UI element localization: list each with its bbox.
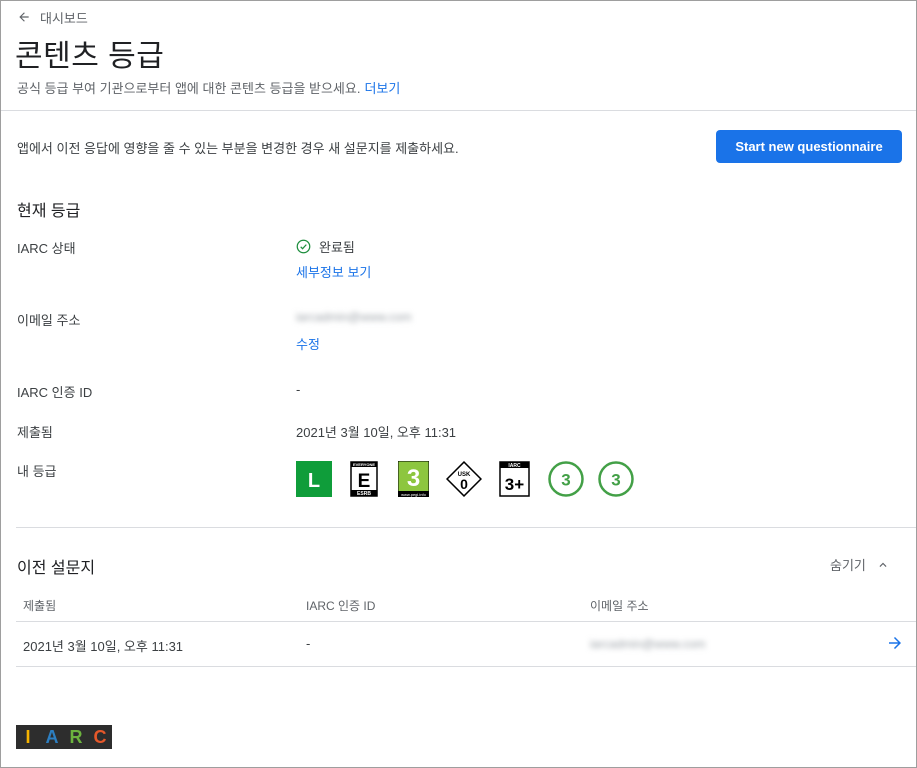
cert-id-label: IARC 인증 ID bbox=[17, 385, 93, 400]
header-divider bbox=[1, 110, 916, 111]
row-submitted: 2021년 3월 10일, 오후 11:31 bbox=[23, 639, 184, 654]
esrb-e-text: E bbox=[358, 471, 371, 492]
page-title: 콘텐츠 등급 bbox=[15, 40, 165, 73]
section-divider bbox=[16, 527, 916, 528]
iarc-top-text: IARC bbox=[508, 463, 521, 469]
esrb-sub-text: ESRB bbox=[357, 491, 371, 497]
iarc-status-text: 완료됨 bbox=[319, 240, 355, 255]
column-header-email: 이메일 주소 bbox=[590, 599, 649, 613]
iarc-logo-a: A bbox=[40, 725, 64, 749]
iarc-status-value: 완료됨 bbox=[296, 237, 355, 256]
classind-l-text: L bbox=[308, 470, 320, 492]
edit-email-link[interactable]: 수정 bbox=[296, 334, 320, 353]
generic-3-circle-icon: 3 bbox=[598, 461, 634, 497]
cert-id-value: - bbox=[296, 382, 301, 397]
row-email: iarcadmin@www.com bbox=[590, 637, 706, 651]
generic-3-circle-icon: 3 bbox=[548, 461, 584, 497]
email-value: iarcadmin@www.com bbox=[296, 310, 412, 324]
my-ratings-label: 내 등급 bbox=[17, 464, 57, 479]
usk-0-icon: USK 0 bbox=[446, 461, 482, 497]
questionnaire-notice: 앱에서 이전 응답에 영향을 줄 수 있는 부분을 변경한 경우 새 설문지를 … bbox=[17, 141, 459, 156]
column-header-submitted: 제출됨 bbox=[23, 599, 57, 613]
column-header-cert-id: IARC 인증 ID bbox=[306, 599, 376, 613]
circle-3-text: 3 bbox=[611, 471, 620, 490]
arrow-left-icon bbox=[19, 12, 29, 22]
current-rating-title: 현재 등급 bbox=[17, 203, 81, 220]
pegi-3-text: 3 bbox=[407, 465, 420, 492]
arrow-right-icon[interactable] bbox=[886, 634, 904, 652]
page-subtitle: 공식 등급 부여 기관으로부터 앱에 대한 콘텐츠 등급을 받으세요. 더보기 bbox=[17, 78, 400, 97]
circle-3-text: 3 bbox=[561, 471, 570, 490]
previous-questionnaires-title: 이전 설문지 bbox=[17, 560, 96, 577]
hide-toggle-label: 숨기기 bbox=[830, 558, 866, 573]
chevron-up-icon bbox=[879, 562, 887, 567]
table-row-divider bbox=[16, 666, 916, 667]
esrb-top-text: EVERYONE bbox=[353, 462, 375, 467]
usk-0-text: 0 bbox=[460, 476, 468, 492]
subtitle-text: 공식 등급 부여 기관으로부터 앱에 대한 콘텐츠 등급을 받으세요. bbox=[17, 81, 361, 96]
iarc-logo-c: C bbox=[88, 725, 112, 749]
submitted-label: 제출됨 bbox=[17, 425, 53, 440]
pegi-sub-text: www.pegi.info bbox=[401, 492, 426, 497]
iarc-3plus-icon: IARC 3+ bbox=[499, 461, 530, 497]
email-label: 이메일 주소 bbox=[17, 313, 81, 328]
back-link-label: 대시보드 bbox=[40, 10, 88, 26]
hide-toggle[interactable]: 숨기기 bbox=[830, 555, 890, 574]
view-details-link[interactable]: 세부정보 보기 bbox=[296, 262, 371, 281]
iarc-3plus-text: 3+ bbox=[505, 475, 524, 494]
classind-l-icon: L bbox=[296, 461, 332, 497]
submitted-value: 2021년 3월 10일, 오후 11:31 bbox=[296, 425, 457, 440]
start-questionnaire-button[interactable]: Start new questionnaire bbox=[716, 130, 902, 163]
iarc-status-label: IARC 상태 bbox=[17, 241, 76, 256]
row-cert-id: - bbox=[306, 636, 311, 651]
iarc-logo: I A R C bbox=[16, 725, 112, 749]
table-row[interactable]: 2021년 3월 10일, 오후 11:31 - iarcadmin@www.c… bbox=[16, 622, 916, 666]
esrb-e-icon: EVERYONE E ESRB bbox=[350, 461, 378, 497]
pegi-3-icon: 3 www.pegi.info bbox=[398, 461, 429, 497]
iarc-logo-r: R bbox=[64, 725, 88, 749]
back-link[interactable]: 대시보드 bbox=[17, 8, 88, 26]
iarc-logo-i: I bbox=[16, 725, 40, 749]
learn-more-link[interactable]: 더보기 bbox=[364, 81, 400, 96]
check-circle-icon bbox=[296, 239, 311, 254]
